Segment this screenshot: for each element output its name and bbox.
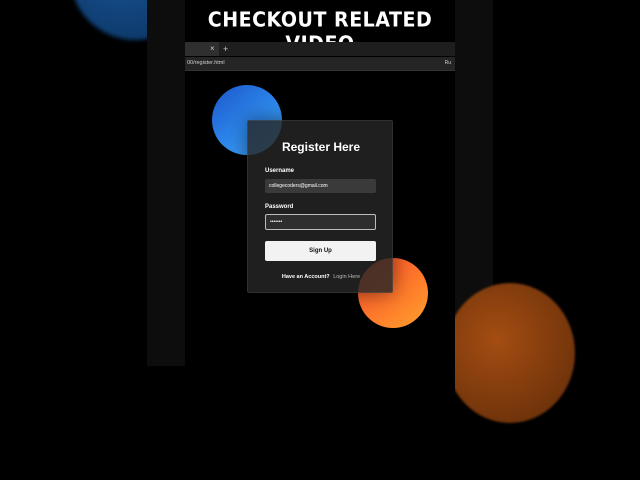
sign-up-button[interactable]: Sign Up bbox=[265, 241, 376, 261]
register-card: Register Here Username collegecoders@gma… bbox=[247, 120, 393, 293]
video-frame: CHECKOUT RELATED VIDEO × + 00/register.h… bbox=[185, 0, 455, 480]
page-bottom-area bbox=[185, 372, 455, 480]
url-text: 00/register.html bbox=[187, 60, 225, 66]
password-input[interactable]: ••••••• bbox=[265, 214, 376, 230]
page-content: Register Here Username collegecoders@gma… bbox=[185, 72, 455, 372]
address-bar-extension[interactable]: Ru bbox=[445, 57, 451, 70]
username-input[interactable]: collegecoders@gmail.com bbox=[265, 179, 376, 193]
address-bar[interactable]: 00/register.html Ru bbox=[185, 57, 455, 71]
browser-tab-bar: × + bbox=[185, 42, 455, 56]
register-title: Register Here bbox=[281, 140, 361, 154]
background-left-panel bbox=[147, 0, 185, 366]
login-here-link[interactable]: Login Here bbox=[333, 274, 360, 280]
browser-tab[interactable]: × bbox=[185, 42, 219, 56]
have-account-text: Have an Account? bbox=[281, 274, 330, 280]
close-icon[interactable]: × bbox=[210, 42, 215, 56]
login-prompt: Have an Account? Login Here bbox=[248, 274, 394, 280]
username-label: Username bbox=[265, 168, 295, 174]
password-label: Password bbox=[265, 204, 294, 210]
plus-icon[interactable]: + bbox=[223, 42, 228, 56]
background-orange-blob bbox=[445, 283, 575, 423]
